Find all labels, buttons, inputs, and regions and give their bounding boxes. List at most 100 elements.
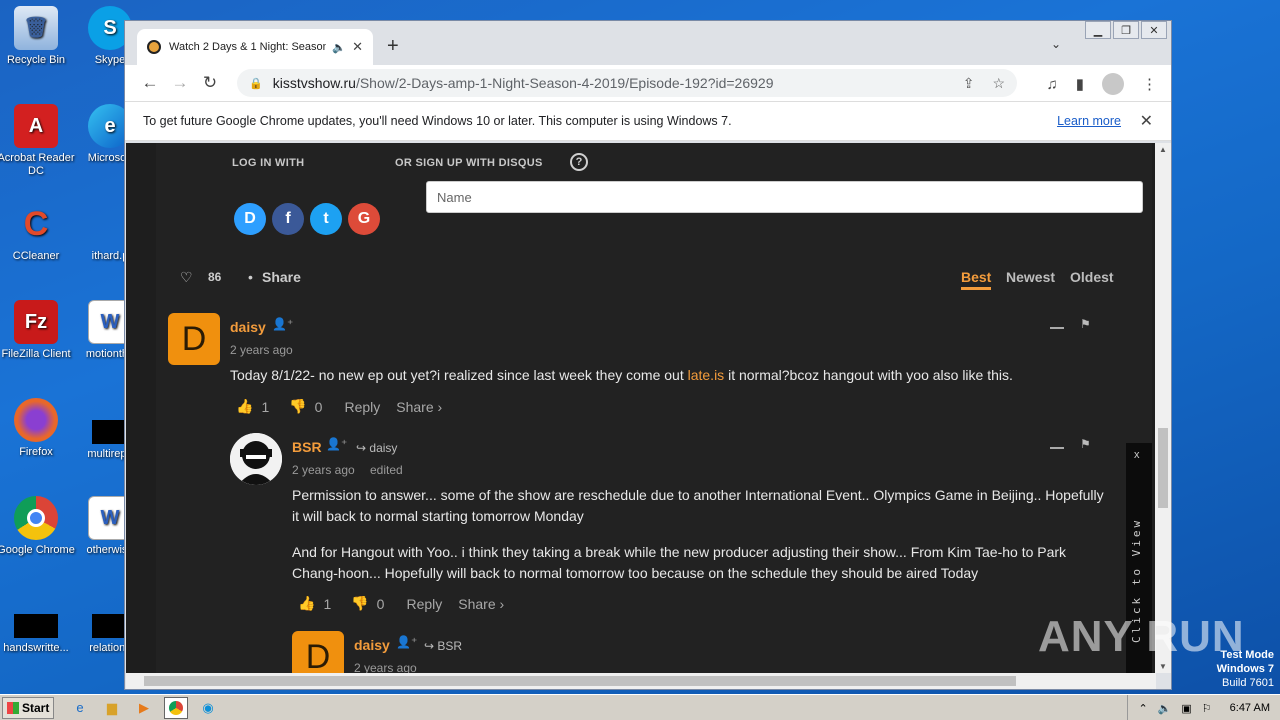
vertical-scrollbar[interactable]: ▲ ▼ [1155,143,1171,673]
infobar-close-icon[interactable]: ✕ [1140,111,1153,131]
collapse-icon[interactable] [1050,447,1064,449]
downvote-icon[interactable]: 👎 [289,398,306,415]
volume-icon[interactable]: 🔈 [1158,702,1172,715]
update-infobar: To get future Google Chrome updates, you… [125,101,1171,141]
sort-oldest-tab[interactable]: Oldest [1070,269,1114,285]
close-tab-icon[interactable]: ✕ [352,39,363,55]
popup-close-icon[interactable]: x [1134,449,1140,461]
downvote-count: 0 [376,595,385,612]
collapse-icon[interactable] [1050,327,1064,329]
share-comment-button[interactable]: Share › [458,596,504,612]
forward-button[interactable]: → [165,73,195,93]
facebook-login-icon[interactable]: f [272,203,304,235]
toolbar-right: ♫ ▮ ⋮ [1046,73,1157,95]
scrollbar-thumb[interactable] [1158,428,1168,508]
desktop-icon-label: handswritte... [3,642,69,654]
firefox-icon [14,398,58,442]
new-tab-button[interactable]: + [387,35,399,58]
horizontal-scrollbar[interactable] [126,673,1156,689]
lock-icon[interactable]: 🔒 [249,77,263,90]
share-thread-button[interactable]: Share [262,269,301,285]
desktop-icon-handswritten[interactable]: handswritte... [0,594,76,655]
scroll-up-icon[interactable]: ▲ [1155,145,1171,154]
upvote-icon[interactable]: 👍 [236,398,253,415]
share-icon[interactable]: ⇪ [963,75,975,92]
scroll-down-icon[interactable]: ▼ [1155,662,1171,671]
flag-icon[interactable]: ⚑ [1080,437,1091,451]
name-field[interactable]: Name [426,181,1143,213]
avatar[interactable]: D [168,313,220,365]
sort-newest-tab[interactable]: Newest [1006,269,1055,285]
comment-actions: 👍 1 👎 0 Reply Share › [298,595,504,612]
network-icon[interactable]: ▣ [1181,702,1191,715]
follow-user-icon[interactable]: 👤⁺ [326,437,347,451]
avatar[interactable] [230,433,282,485]
desktop-icon-ccleaner[interactable]: C CCleaner [0,202,76,263]
back-button[interactable]: ← [135,73,165,93]
comment-author[interactable]: BSR [292,439,322,455]
taskbar: Start e ▆ ▶ ◉ ⌃ 🔈 ▣ ⚐ 6:47 AM [0,694,1280,720]
start-button[interactable]: Start [2,696,54,719]
comment-link[interactable]: late.is [688,367,725,383]
address-bar[interactable]: 🔒 kisstvshow.ru/Show/2-Days-amp-1-Night-… [237,69,1017,97]
tray-expand-icon[interactable]: ⌃ [1138,702,1147,715]
follow-user-icon[interactable]: 👤⁺ [272,317,293,331]
media-player-icon[interactable]: ▶ [132,697,156,719]
comment-time[interactable]: 2 years ago [354,661,417,673]
scrollbar-thumb[interactable] [144,676,1016,686]
filezilla-icon: Fz [14,300,58,344]
comment-author[interactable]: daisy [230,319,266,335]
downvote-icon[interactable]: 👎 [351,595,368,612]
desktop-icon-filezilla[interactable]: Fz FileZilla Client [0,300,76,361]
share-bullet: • [248,269,253,285]
sort-best-tab[interactable]: Best [961,269,992,290]
heart-icon[interactable]: ♡ [180,269,193,286]
ie-icon[interactable]: e [68,697,92,719]
desktop-icon-label: Firefox [19,446,53,458]
media-control-icon[interactable]: ♫ [1046,76,1057,93]
reply-to[interactable]: ↪ BSR [424,639,462,653]
browser-tab[interactable]: Watch 2 Days & 1 Night: Season 🔈 ✕ [137,29,373,65]
reply-button[interactable]: Reply [406,596,442,612]
system-tray: ⌃ 🔈 ▣ ⚐ 6:47 AM [1127,695,1280,720]
reload-button[interactable]: ↻ [195,73,225,93]
downvote-count: 0 [314,398,323,415]
profile-avatar-icon[interactable] [1102,73,1124,95]
help-icon[interactable]: ? [570,153,588,171]
tab-search-chevron-icon[interactable]: ⌄ [1051,37,1061,51]
flag-icon[interactable]: ⚑ [1080,317,1091,331]
comment-actions: 👍 1 👎 0 Reply Share › [236,398,442,415]
test-mode-line: Build 7601 [1222,677,1274,689]
explorer-folder-icon[interactable]: ▆ [100,697,124,719]
comment-time[interactable]: 2 years ago [292,463,355,477]
side-panel-icon[interactable]: ▮ [1076,75,1084,93]
audio-playing-icon[interactable]: 🔈 [332,41,346,54]
bookmark-star-icon[interactable]: ☆ [992,75,1005,92]
chrome-taskbar-icon[interactable] [164,696,188,719]
upvote-icon[interactable]: 👍 [298,595,315,612]
menu-kebab-icon[interactable]: ⋮ [1142,75,1157,93]
omnibox-icons: ⇪ ☆ [963,75,1005,92]
comment-author[interactable]: daisy [354,637,390,653]
comment-text: Today 8/1/22- no new ep out yet?i realiz… [230,367,688,383]
action-center-flag-icon[interactable]: ⚐ [1202,702,1212,715]
disqus-login-icon[interactable]: D [234,203,266,235]
test-mode-line: Windows 7 [1216,663,1274,675]
google-login-icon[interactable]: G [348,203,380,235]
twitter-login-icon[interactable]: t [310,203,342,235]
comment-time[interactable]: 2 years ago [230,343,293,357]
edge-taskbar-icon[interactable]: ◉ [196,697,220,719]
share-comment-button[interactable]: Share › [396,399,442,415]
follow-user-icon[interactable]: 👤⁺ [396,635,417,649]
reply-button[interactable]: Reply [344,399,380,415]
learn-more-link[interactable]: Learn more [1057,114,1121,128]
desktop-icon-label: CCleaner [12,250,60,262]
avatar[interactable]: D [292,631,344,673]
desktop-icon-firefox[interactable]: Firefox [0,398,76,459]
desktop-icon-acrobat[interactable]: A Acrobat Reader DC [0,104,76,178]
clock[interactable]: 6:47 AM [1230,702,1270,714]
reply-to[interactable]: ↪ daisy [356,441,397,455]
desktop-icon-recycle-bin[interactable]: 🗑 Recycle Bin [0,6,76,67]
browser-window: ▁ ❐ ✕ Watch 2 Days & 1 Night: Season 🔈 ✕… [124,20,1172,690]
desktop-icon-chrome[interactable]: Google Chrome [0,496,76,557]
